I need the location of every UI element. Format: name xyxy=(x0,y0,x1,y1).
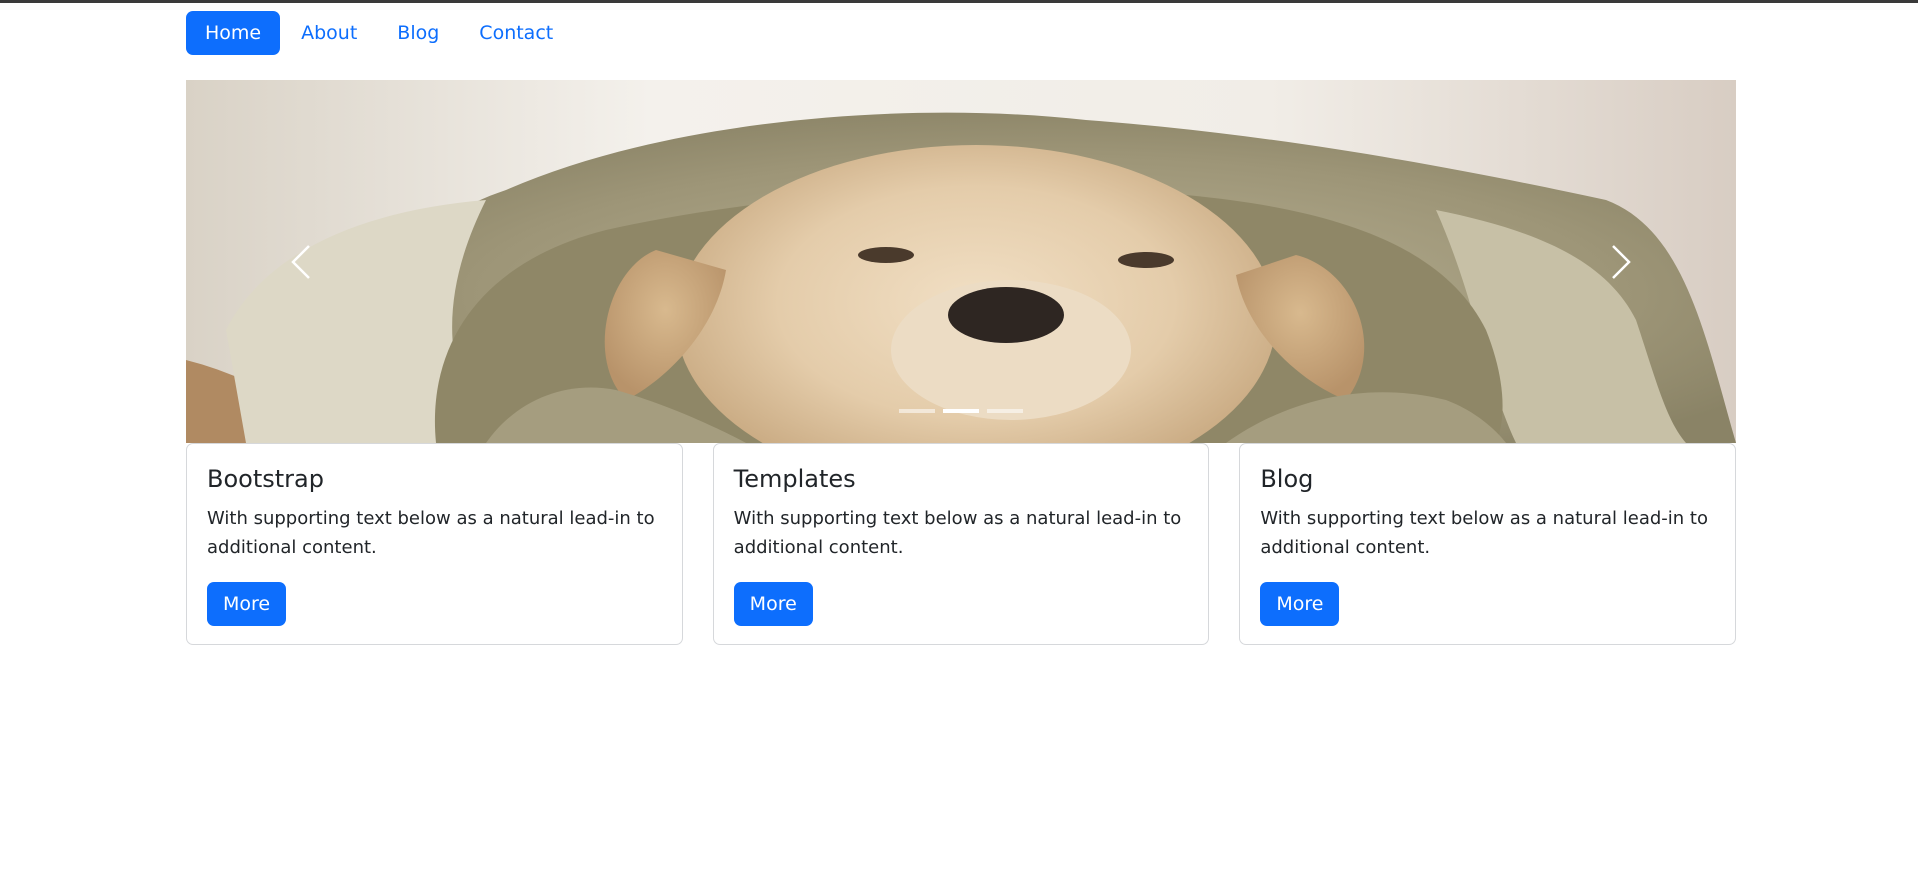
card-title: Blog xyxy=(1260,465,1314,493)
page-container: Home About Blog Contact Bootstrap With s… xyxy=(186,3,1737,645)
nav-item-about: About xyxy=(282,11,376,55)
card-text: With supporting text below as a natural … xyxy=(1260,508,1708,558)
carousel-indicator-2[interactable] xyxy=(943,409,979,413)
carousel-prev-button[interactable] xyxy=(186,80,416,443)
card-title: Bootstrap xyxy=(207,465,324,493)
nav-link-contact[interactable]: Contact xyxy=(460,11,572,55)
carousel-slide-image xyxy=(186,80,1736,443)
card-bootstrap: Bootstrap With supporting text below as … xyxy=(186,443,683,645)
card-templates: Templates With supporting text below as … xyxy=(712,443,1210,645)
card-row: Bootstrap With supporting text below as … xyxy=(186,443,1737,645)
carousel-indicators xyxy=(186,409,1736,413)
nav-item-contact: Contact xyxy=(460,11,572,55)
carousel-next-button[interactable] xyxy=(1506,80,1736,443)
more-button[interactable]: More xyxy=(733,582,813,626)
nav-item-home: Home xyxy=(186,11,281,55)
carousel xyxy=(186,80,1736,443)
card-text: With supporting text below as a natural … xyxy=(207,508,655,558)
card-blog: Blog With supporting text below as a nat… xyxy=(1239,443,1737,645)
carousel-indicator-1[interactable] xyxy=(899,409,935,413)
carousel-indicator-3[interactable] xyxy=(987,409,1023,413)
nav-link-about[interactable]: About xyxy=(282,11,376,55)
chevron-right-icon xyxy=(1612,244,1631,279)
nav-item-blog: Blog xyxy=(378,11,458,55)
card-text: With supporting text below as a natural … xyxy=(733,508,1182,558)
nav-link-blog[interactable]: Blog xyxy=(378,11,458,55)
chevron-left-icon xyxy=(291,244,310,279)
more-button[interactable]: More xyxy=(1260,582,1340,626)
more-button[interactable]: More xyxy=(207,582,287,626)
card-title: Templates xyxy=(733,465,856,493)
nav-link-home[interactable]: Home xyxy=(186,11,281,55)
nav-pills: Home About Blog Contact xyxy=(186,3,1736,63)
